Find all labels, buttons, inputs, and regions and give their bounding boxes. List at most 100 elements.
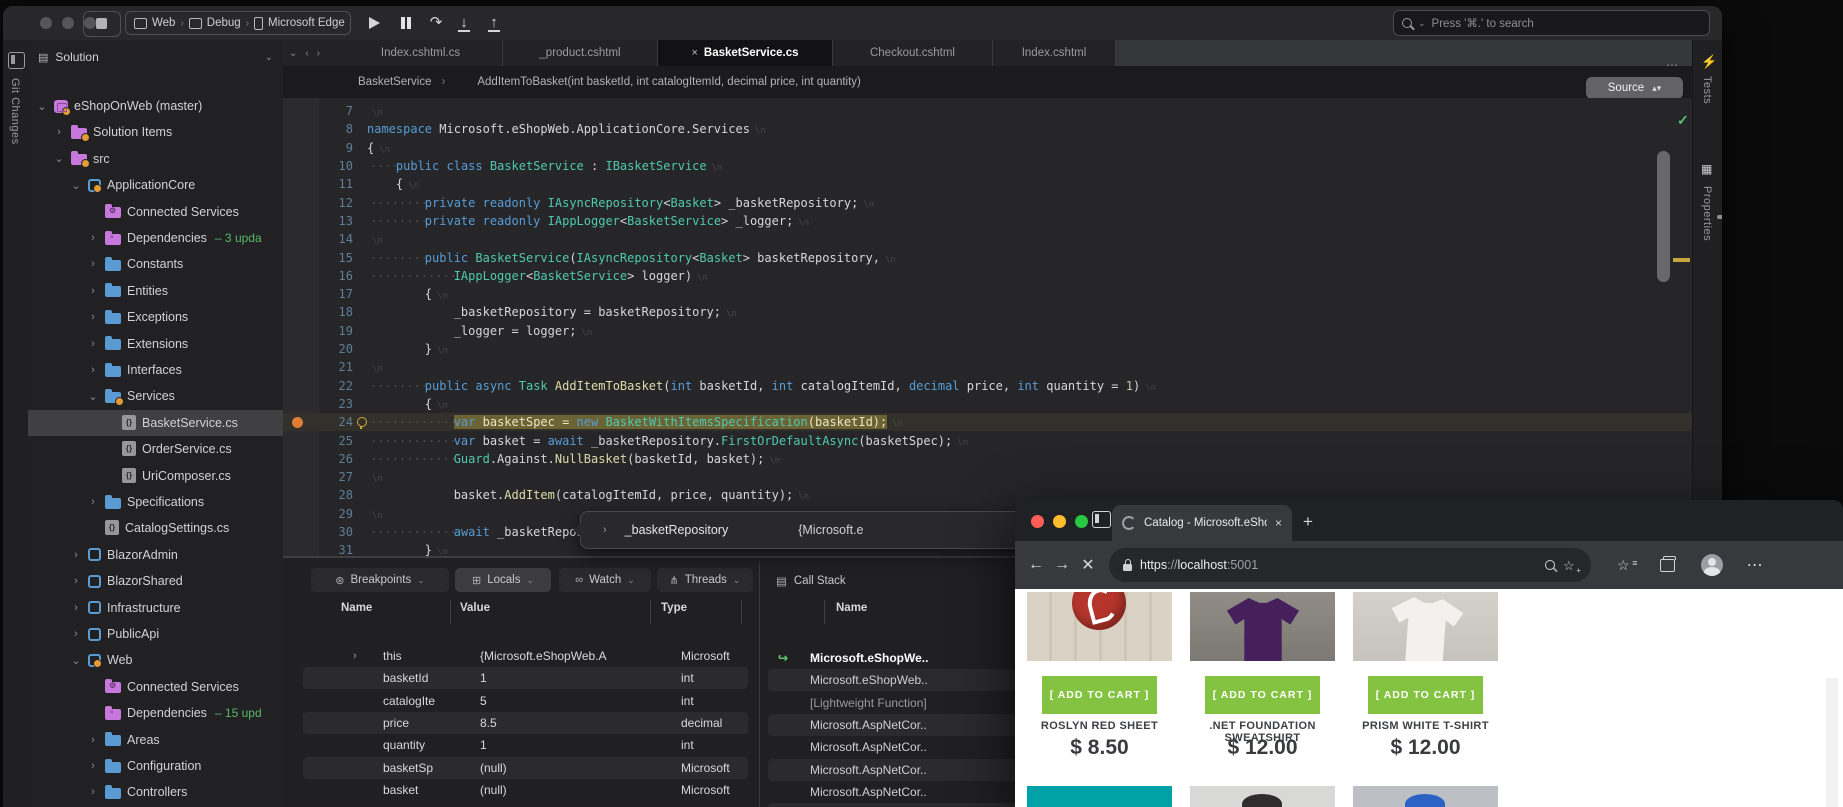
callstack-frame[interactable]: Microsoft.AspNetCor.. bbox=[768, 736, 1028, 758]
step-out-icon[interactable]: ↑ bbox=[483, 12, 505, 34]
tree-item-interfaces[interactable]: › Interfaces bbox=[28, 357, 283, 383]
expander-icon[interactable]: › bbox=[87, 285, 99, 297]
tab-checkout-cshtml[interactable]: Checkout.cshtml bbox=[833, 40, 993, 66]
tab-index-cshtml-cs[interactable]: Index.cshtml.cs bbox=[339, 40, 503, 66]
breakpoint-margin-cell[interactable] bbox=[283, 194, 319, 212]
step-into-icon[interactable]: ↓ bbox=[453, 12, 475, 34]
tree-item-eshoponweb-master[interactable]: ⌄ eShopOnWeb (master) bbox=[28, 93, 283, 119]
tab-basketservice-cs[interactable]: × BasketService.cs bbox=[658, 40, 833, 66]
expander-icon[interactable]: › bbox=[87, 311, 99, 323]
breakpoint-margin-cell[interactable] bbox=[283, 450, 319, 468]
locals-row-basketid[interactable]: basketId 1 int bbox=[303, 667, 748, 690]
expander-icon[interactable]: › bbox=[603, 524, 607, 536]
tab-nav-back-icon[interactable]: ‹ bbox=[305, 48, 308, 59]
tree-item-dependencies[interactable]: › Dependencies – 3 upda bbox=[28, 225, 283, 251]
code-editor[interactable]: 7 8 namespace Microsoft.eShopWeb.Applicati… bbox=[283, 98, 1692, 556]
expander-icon[interactable]: › bbox=[70, 575, 82, 587]
locals-row-basketsp[interactable]: basketSp (null) Microsoft bbox=[303, 756, 748, 779]
tree-item-connected-services[interactable]: Connected Services bbox=[28, 674, 283, 700]
tree-item-services[interactable]: ⌄ Services bbox=[28, 383, 283, 409]
properties-pad[interactable]: Properties bbox=[1701, 186, 1713, 241]
tree-item-dependencies[interactable]: Dependencies – 15 upd bbox=[28, 700, 283, 726]
breakpoint-margin-cell[interactable] bbox=[283, 175, 319, 193]
tree-item-src[interactable]: ⌄ src bbox=[28, 146, 283, 172]
global-search-input[interactable]: ⌄ Press '⌘.' to search bbox=[1393, 10, 1710, 36]
window-minimize-button[interactable] bbox=[62, 17, 74, 29]
breakpoint-margin-cell[interactable] bbox=[283, 248, 319, 266]
locals-row-this[interactable]: › this {Microsoft.eShopWeb.A Microsoft bbox=[303, 645, 748, 667]
breakpoint-margin-cell[interactable] bbox=[283, 340, 319, 358]
source-view-selector[interactable]: Source ▴▾ bbox=[1586, 77, 1683, 99]
callstack-frame[interactable]: Microsoft.AspNetCor.. bbox=[768, 781, 1028, 803]
expander-icon[interactable]: › bbox=[87, 734, 99, 746]
lightning-icon[interactable]: ⚡ bbox=[1701, 54, 1717, 70]
locals-row-basket[interactable]: basket (null) Microsoft bbox=[303, 779, 748, 801]
address-bar[interactable]: https://localhost:5001 ☆ bbox=[1109, 548, 1591, 582]
solution-panel-header[interactable]: ▤ Solution ⌄ bbox=[28, 44, 283, 70]
git-changes-icon[interactable] bbox=[8, 52, 25, 69]
breakpoint-margin-cell[interactable] bbox=[283, 468, 319, 486]
expander-icon[interactable]: › bbox=[87, 232, 99, 244]
breakpoint-margin-cell[interactable] bbox=[283, 102, 319, 120]
git-changes-pad[interactable]: Git Changes bbox=[9, 78, 21, 145]
breakpoint-margin-cell[interactable] bbox=[283, 486, 319, 504]
debug-tab-breakpoints[interactable]: ⊛ Breakpoints ⌄ bbox=[311, 568, 449, 592]
run-configuration-selector[interactable]: Web › Debug › Microsoft Edge bbox=[125, 11, 351, 35]
expander-icon[interactable]: ⌄ bbox=[70, 654, 82, 667]
scheme-segment-microsoft-edge[interactable]: Microsoft Edge bbox=[254, 16, 345, 30]
add-to-cart-button[interactable]: [ ADD TO CART ] bbox=[1205, 676, 1320, 714]
url-text[interactable]: https://localhost:5001 bbox=[1140, 558, 1258, 572]
chevron-down-icon[interactable]: ⌄ bbox=[289, 48, 297, 59]
properties-icon[interactable]: ▦ bbox=[1701, 162, 1712, 176]
collections-icon[interactable] bbox=[1659, 555, 1676, 572]
callstack-frame[interactable]: [Lightweight Function] bbox=[768, 692, 1028, 714]
expander-icon[interactable]: › bbox=[87, 258, 99, 270]
tree-item-applicationcore[interactable]: ⌄ ApplicationCore bbox=[28, 172, 283, 198]
panel-divider[interactable] bbox=[759, 562, 760, 807]
tree-item-basketservice-cs[interactable]: {} BasketService.cs bbox=[28, 409, 283, 436]
expander-icon[interactable]: ⌄ bbox=[36, 100, 48, 113]
debug-tab-locals[interactable]: ⊞ Locals ⌄ bbox=[455, 568, 551, 592]
debugger-datatip[interactable]: › _basketRepository {Microsoft.e bbox=[573, 511, 1030, 549]
tree-item-catalogsettings-cs[interactable]: {} CatalogSettings.cs bbox=[28, 515, 283, 541]
page-scrollbar-track[interactable] bbox=[1826, 678, 1838, 807]
callstack-frame[interactable]: ↪ Microsoft.eShopWe.. bbox=[768, 647, 1028, 669]
chevron-down-icon[interactable]: ⌄ bbox=[265, 52, 273, 63]
tree-item-orderservice-cs[interactable]: {} OrderService.cs bbox=[28, 436, 283, 462]
forward-icon[interactable]: → bbox=[1049, 556, 1075, 574]
breakpoint-margin-cell[interactable] bbox=[283, 267, 319, 285]
callstack-frame[interactable]: Microsoft.AspNetCor.. bbox=[768, 713, 1028, 736]
expander-icon[interactable]: › bbox=[87, 338, 99, 350]
favorites-icon[interactable]: ☆ bbox=[1617, 557, 1637, 574]
column-separator[interactable] bbox=[450, 600, 451, 624]
debug-tab-watch[interactable]: ∞ Watch ⌄ bbox=[559, 568, 651, 592]
column-separator[interactable] bbox=[650, 600, 651, 624]
tree-item-constants[interactable]: › Constants bbox=[28, 251, 283, 277]
callstack-frame[interactable]: Microsoft.AspNetCor.. bbox=[768, 758, 1028, 781]
locals-row-quantity[interactable]: quantity 1 int bbox=[303, 734, 748, 756]
profile-avatar[interactable] bbox=[1700, 554, 1723, 576]
locals-row-catalogite[interactable]: catalogIte 5 int bbox=[303, 690, 748, 712]
breakpoint-margin-cell[interactable] bbox=[283, 358, 319, 376]
breakpoint-margin-cell[interactable] bbox=[283, 303, 319, 321]
browser-tab[interactable]: Catalog - Microsoft.eShopOnW × bbox=[1112, 505, 1292, 541]
add-to-cart-button[interactable]: [ ADD TO CART ] bbox=[1042, 676, 1157, 714]
expander-icon[interactable]: › bbox=[353, 650, 357, 662]
breakpoint-margin-cell[interactable] bbox=[283, 285, 319, 303]
callstack-frame[interactable]: Microsoft.eShopWeb.. bbox=[768, 669, 1028, 692]
vertical-tabs-icon[interactable] bbox=[1092, 511, 1111, 528]
run-icon[interactable] bbox=[363, 12, 385, 34]
tree-item-entities[interactable]: › Entities bbox=[28, 278, 283, 304]
breakpoint-margin-cell[interactable] bbox=[283, 505, 319, 523]
settings-menu-icon[interactable]: ⋯ bbox=[1743, 555, 1769, 575]
add-favorite-icon[interactable]: ☆ bbox=[1563, 558, 1581, 575]
tree-item-specifications[interactable]: › Specifications bbox=[28, 489, 283, 515]
scheme-segment-debug[interactable]: Debug bbox=[188, 17, 241, 29]
breakpoint-margin-cell[interactable] bbox=[283, 230, 319, 248]
breakpoint-margin-cell[interactable] bbox=[283, 523, 319, 541]
breakpoint-margin-cell[interactable] bbox=[283, 120, 319, 138]
add-to-cart-button[interactable]: [ ADD TO CART ] bbox=[1368, 676, 1483, 714]
expander-icon[interactable]: › bbox=[70, 628, 82, 640]
expander-icon[interactable]: ⌄ bbox=[53, 152, 65, 165]
breakpoint-margin-cell[interactable] bbox=[283, 413, 319, 431]
